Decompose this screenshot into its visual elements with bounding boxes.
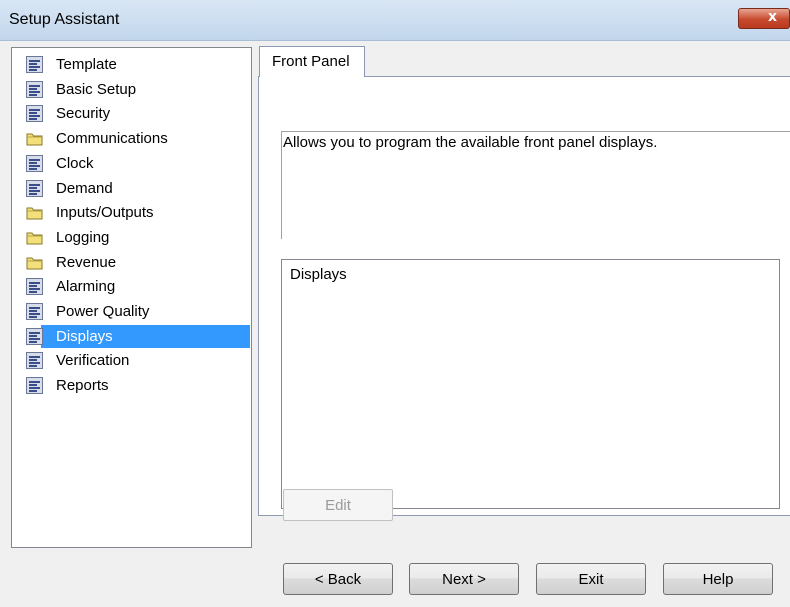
document-icon bbox=[26, 179, 43, 197]
document-icon bbox=[26, 303, 43, 320]
document-icon bbox=[26, 327, 43, 345]
tree-item-label: Logging bbox=[56, 228, 110, 246]
title-bar: Setup Assistant x bbox=[0, 0, 790, 41]
tree-item-template[interactable]: Template bbox=[24, 53, 250, 76]
document-icon bbox=[26, 377, 43, 395]
document-icon bbox=[26, 352, 43, 370]
next-button[interactable]: Next > bbox=[409, 563, 519, 595]
tab-front-panel[interactable]: Front Panel bbox=[259, 46, 365, 77]
tree-item-label: Demand bbox=[56, 179, 113, 197]
folder-icon bbox=[26, 204, 43, 221]
tree-item-label: Reports bbox=[56, 377, 109, 395]
setup-tree[interactable]: Template Basic Setup Security Communication… bbox=[11, 47, 252, 548]
document-icon bbox=[26, 105, 43, 123]
displays-list[interactable]: Displays bbox=[281, 259, 780, 509]
back-label: < Back bbox=[314, 571, 362, 588]
exit-button[interactable]: Exit bbox=[536, 563, 646, 595]
tree-item-displays[interactable]: Displays bbox=[24, 325, 250, 348]
tree-item-label: Verification bbox=[56, 352, 130, 370]
tree-item-logging[interactable]: Logging bbox=[24, 226, 250, 249]
edit-button[interactable]: Edit bbox=[283, 489, 393, 521]
tree-item-verification[interactable]: Verification bbox=[24, 349, 250, 372]
tree-item-communications[interactable]: Communications bbox=[24, 127, 250, 150]
description-box: Allows you to program the available fron… bbox=[281, 131, 790, 239]
tree-item-alarming[interactable]: Alarming bbox=[24, 275, 250, 298]
close-icon: x bbox=[768, 9, 778, 25]
tree-item-label: Inputs/Outputs bbox=[56, 204, 154, 222]
document-icon bbox=[26, 154, 43, 172]
exit-label: Exit bbox=[578, 571, 604, 588]
help-label: Help bbox=[702, 571, 734, 588]
tree-item-revenue[interactable]: Revenue bbox=[24, 251, 250, 274]
tree-item-power-quality[interactable]: Power Quality bbox=[24, 300, 250, 323]
tree-item-reports[interactable]: Reports bbox=[24, 374, 250, 397]
tree-item-demand[interactable]: Demand bbox=[24, 177, 250, 200]
tree-item-label: Clock bbox=[56, 154, 94, 172]
tree-item-label: Revenue bbox=[56, 253, 117, 271]
tree-item-clock[interactable]: Clock bbox=[24, 152, 250, 175]
back-button[interactable]: < Back bbox=[283, 563, 393, 595]
tree-item-label: Communications bbox=[56, 130, 168, 148]
tree-item-inputs-outputs[interactable]: Inputs/Outputs bbox=[24, 201, 250, 224]
tree-item-basic-setup[interactable]: Basic Setup bbox=[24, 78, 250, 101]
tab-label: Front Panel bbox=[272, 53, 350, 70]
tab-control: Allows you to program the available fron… bbox=[258, 46, 790, 516]
tree-item-label: Basic Setup bbox=[56, 80, 137, 98]
tree-item-security[interactable]: Security bbox=[24, 102, 250, 125]
description-text: Allows you to program the available fron… bbox=[283, 134, 658, 151]
edit-label: Edit bbox=[325, 497, 351, 514]
tab-page: Allows you to program the available fron… bbox=[258, 76, 790, 516]
folder-icon bbox=[26, 130, 43, 147]
document-icon bbox=[26, 278, 43, 296]
document-icon bbox=[26, 56, 43, 73]
document-icon bbox=[26, 80, 43, 98]
tree-item-label: Security bbox=[56, 105, 111, 123]
tree-item-label: Displays bbox=[56, 327, 113, 345]
tree-item-label: Template bbox=[56, 56, 117, 73]
tree-item-label: Power Quality bbox=[56, 303, 150, 320]
close-button[interactable]: x bbox=[738, 8, 790, 29]
next-label: Next > bbox=[442, 571, 486, 588]
window-title: Setup Assistant bbox=[9, 11, 120, 28]
help-button[interactable]: Help bbox=[663, 563, 773, 595]
folder-icon bbox=[26, 229, 43, 246]
folder-icon bbox=[26, 254, 43, 271]
list-item[interactable]: Displays bbox=[290, 266, 347, 283]
setup-assistant-window: Setup Assistant x Template Basic Setup Sec… bbox=[0, 0, 790, 607]
tree-item-label: Alarming bbox=[56, 278, 116, 296]
